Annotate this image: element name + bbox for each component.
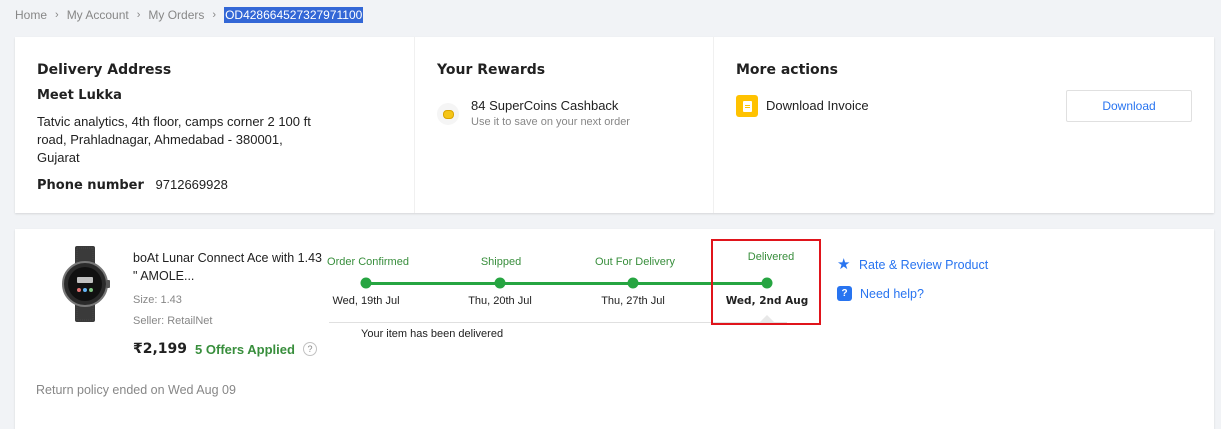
download-invoice-label: Download Invoice <box>766 98 869 113</box>
rewards-title: Your Rewards <box>437 62 546 78</box>
recipient-name: Meet Lukka <box>37 88 122 103</box>
more-actions-title: More actions <box>736 62 838 78</box>
need-help-link[interactable]: ? Need help? <box>837 286 924 301</box>
stage-dot-shipped <box>494 277 506 289</box>
return-policy-text: Return policy ended on Wed Aug 09 <box>36 383 236 397</box>
breadcrumb-home[interactable]: Home <box>15 8 47 22</box>
order-item-card: boAt Lunar Connect Ace with 1.43 " AMOLE… <box>15 229 1214 429</box>
stage-label-order-confirmed: Order Confirmed <box>327 256 409 268</box>
stage-date-order-confirmed: Wed, 19th Jul <box>332 295 400 307</box>
stage-label-out-for-delivery: Out For Delivery <box>594 256 676 268</box>
tracker-progress-line <box>366 282 767 285</box>
delivered-highlight-box <box>711 239 821 325</box>
breadcrumb: Home › My Account › My Orders › OD428664… <box>15 7 364 23</box>
supercoin-icon <box>437 103 459 125</box>
breadcrumb-my-orders[interactable]: My Orders <box>148 8 204 22</box>
more-actions-section: More actions Download Invoice Download <box>714 37 1214 213</box>
delivery-address-section: Delivery Address Meet Lukka Tatvic analy… <box>15 37 415 213</box>
rewards-section: Your Rewards 84 SuperCoins Cashback Use … <box>415 37 714 213</box>
stage-dot-order-confirmed <box>360 277 372 289</box>
breadcrumb-order-id: OD428664527327971100 <box>224 7 364 23</box>
phone-number: 9712669928 <box>155 177 228 192</box>
delivery-status-message: Your item has been delivered <box>361 328 504 340</box>
rate-review-link[interactable]: ★ Rate & Review Product <box>837 257 988 272</box>
stage-label-shipped: Shipped <box>480 256 522 268</box>
rate-review-label: Rate & Review Product <box>859 257 989 272</box>
supercoins-cashback: 84 SuperCoins Cashback <box>471 98 619 113</box>
breadcrumb-separator: › <box>136 9 141 21</box>
stage-date-out-for-delivery: Thu, 27th Jul <box>601 295 665 307</box>
help-icon: ? <box>837 286 852 301</box>
address-text: Tatvic analytics, 4th floor, camps corne… <box>37 114 311 165</box>
breadcrumb-separator: › <box>212 9 217 21</box>
order-info-card: Delivery Address Meet Lukka Tatvic analy… <box>15 37 1214 213</box>
stage-dot-out-for-delivery <box>627 277 639 289</box>
download-invoice-button[interactable]: Download <box>1066 90 1192 122</box>
star-icon: ★ <box>837 256 851 273</box>
invoice-icon <box>736 95 758 117</box>
need-help-label: Need help? <box>860 286 924 301</box>
order-tracker: Order Confirmed Wed, 19th Jul Shipped Th… <box>15 229 1214 429</box>
breadcrumb-separator: › <box>55 9 59 21</box>
supercoins-subtext: Use it to save on your next order <box>471 116 630 128</box>
breadcrumb-my-account[interactable]: My Account <box>67 8 129 22</box>
phone-label: Phone number <box>37 178 144 193</box>
phone-row: Phone number 9712669928 <box>37 177 228 193</box>
stage-date-shipped: Thu, 20th Jul <box>468 295 532 307</box>
delivery-address-title: Delivery Address <box>37 62 172 78</box>
